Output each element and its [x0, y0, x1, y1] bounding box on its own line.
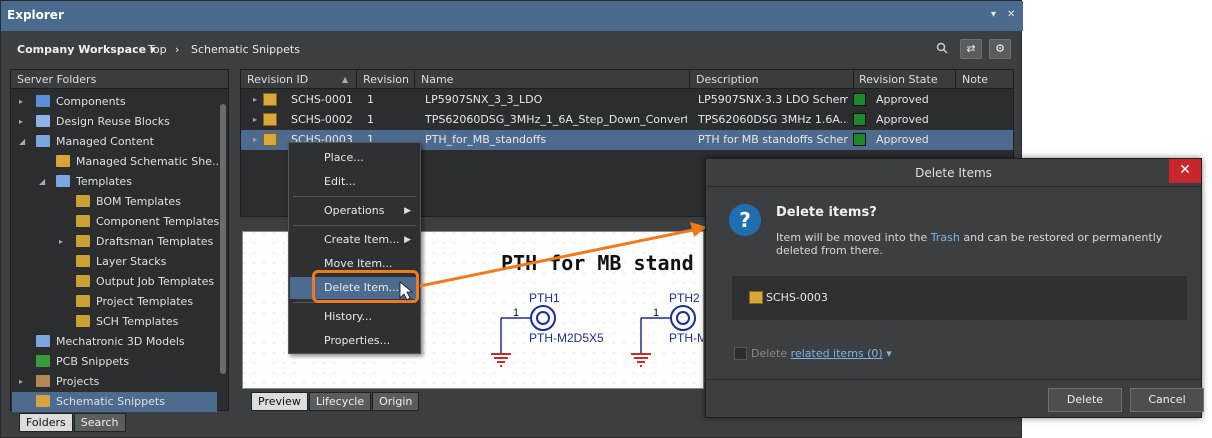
- delete-button[interactable]: Delete: [1048, 388, 1122, 412]
- delete-related-label: Delete related items (0) ▾: [751, 347, 892, 360]
- dialog-footer: Delete Cancel: [706, 379, 1204, 417]
- related-items-link[interactable]: related items (0): [791, 347, 883, 360]
- dialog-heading: Delete items?: [776, 205, 877, 220]
- delete-related-checkbox[interactable]: [734, 347, 747, 360]
- mouse-cursor-icon: [399, 281, 414, 301]
- items-to-delete-list: SCHS-0003: [732, 276, 1187, 320]
- dialog-close-icon[interactable]: ✕: [1169, 159, 1201, 183]
- trash-link[interactable]: Trash: [931, 231, 960, 244]
- delete-item-entry: SCHS-0003: [766, 291, 828, 304]
- delete-items-dialog: Delete Items ✕ ? Delete items? Item will…: [705, 158, 1204, 418]
- dialog-title: Delete Items: [706, 159, 1201, 187]
- cancel-button[interactable]: Cancel: [1130, 388, 1204, 412]
- dialog-message: Item will be moved into the Trash and ca…: [776, 231, 1163, 257]
- chevron-down-icon: ▾: [886, 347, 892, 360]
- snippet-icon: [749, 291, 763, 304]
- question-icon: ?: [729, 204, 761, 236]
